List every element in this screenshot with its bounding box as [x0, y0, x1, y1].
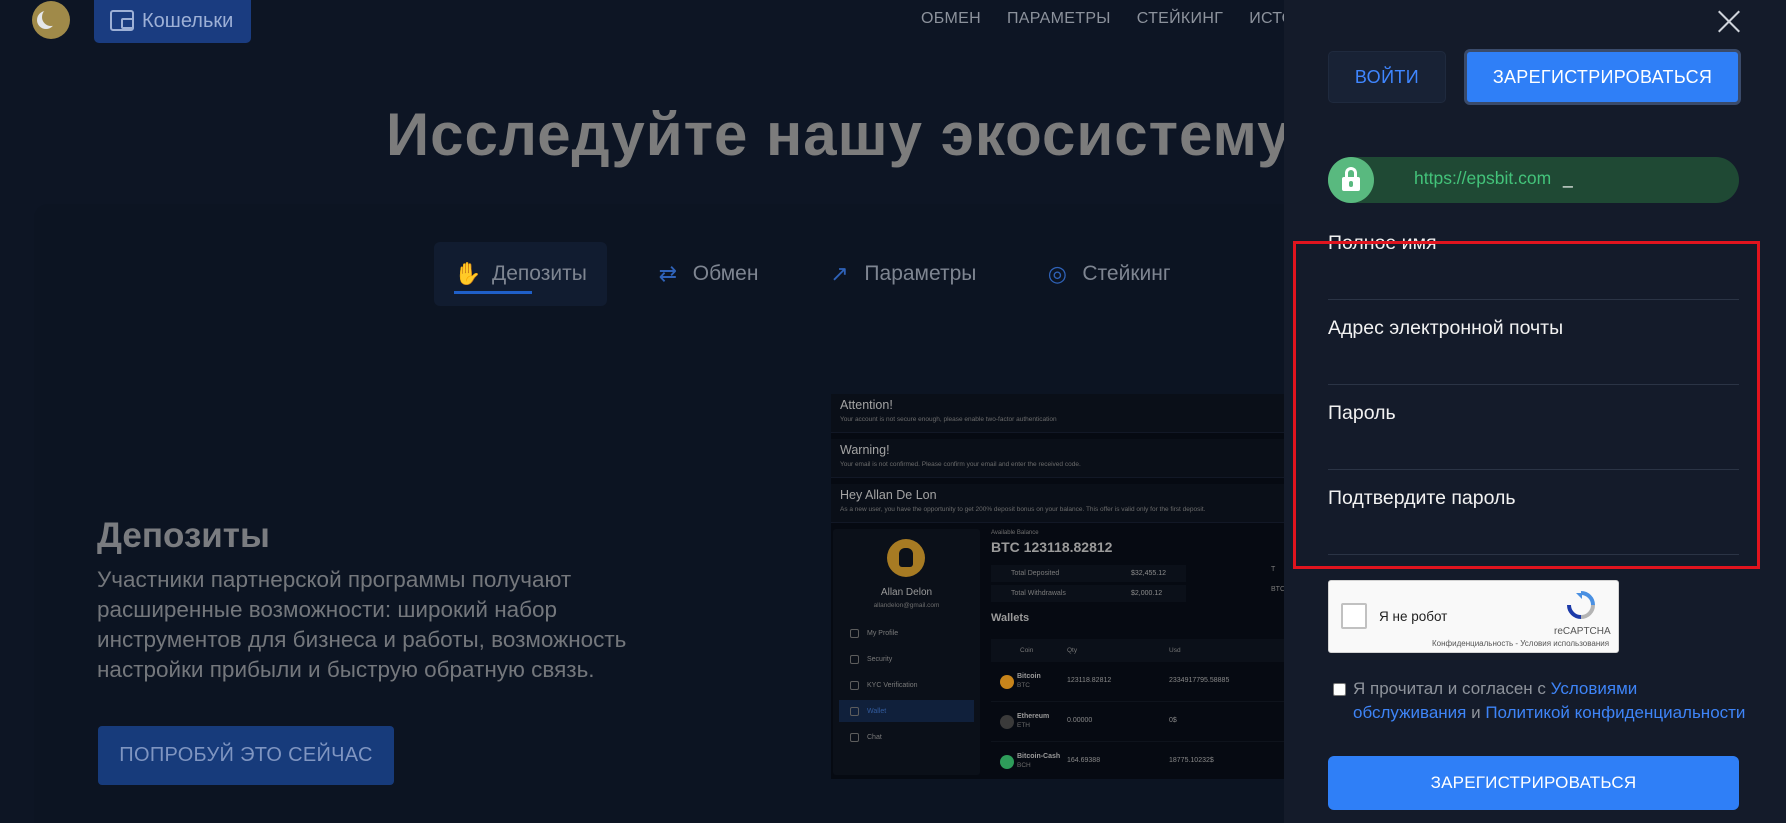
alert-title: Hey Allan De Lon — [840, 488, 937, 502]
main-nav: ОБМЕН ПАРАМЕТРЫ СТЕЙКИНГ ИСТО — [921, 10, 1294, 28]
table-row: Bitcoin-Cash BCH 164.69388 18775.10232$ — [991, 742, 1291, 779]
tab-staking[interactable]: ◎ Стейкинг — [1024, 242, 1190, 306]
menu-item-kyc: KYC Verification — [839, 674, 974, 696]
alert-text: Your email is not confirmed. Please conf… — [840, 461, 1081, 468]
wallet-icon — [110, 10, 134, 31]
alert-welcome: Hey Allan De Lon As a new user, you have… — [831, 484, 1291, 523]
secure-url-text: https://epsbit.com — [1414, 168, 1552, 188]
terms-and: и — [1466, 702, 1486, 722]
alert-text: As a new user, you have the opportunity … — [840, 506, 1206, 513]
section-description: Участники партнерской программы получают… — [97, 567, 627, 682]
hand-coin-icon: ✋ — [454, 261, 482, 286]
lock-icon — [1328, 157, 1374, 203]
menu-item-chat: Chat — [839, 726, 974, 748]
swap-arrows-icon: ⇄ — [658, 261, 678, 286]
stat-value: $32,455.12 — [1131, 570, 1167, 577]
nav-item-exchange[interactable]: ОБМЕН — [921, 10, 981, 28]
coin-name: Bitcoin — [1017, 673, 1041, 680]
ethereum-icon — [1000, 715, 1014, 729]
section-title: Депозиты — [97, 516, 270, 555]
coin-ticker: BTC — [1017, 682, 1030, 689]
alert-text: Your account is not secure enough, pleas… — [840, 416, 1057, 423]
url-cursor: _ — [1563, 168, 1573, 188]
menu-item-wallet: Wallet — [839, 700, 974, 722]
column-header: Qty — [1067, 647, 1078, 654]
coin-qty: 123118.82812 — [1067, 677, 1112, 684]
recaptcha-checkbox[interactable] — [1341, 603, 1367, 629]
feature-tabs: ✋ Депозиты ⇄ Обмен ↗ Параметры ◎ Стейкин… — [434, 242, 1219, 306]
stat-value: $2,000.12 — [1131, 590, 1163, 597]
tab-deposits[interactable]: ✋ Депозиты — [434, 242, 607, 306]
tab-label: Обмен — [692, 262, 759, 285]
bitcoin-cash-icon — [1000, 755, 1014, 769]
stat-total-deposited: Total Deposited $32,455.12 — [991, 565, 1186, 582]
column-header: Coin — [1020, 647, 1034, 654]
profile-name: Allan Delon — [880, 587, 933, 598]
tab-exchange[interactable]: ⇄ Обмен — [635, 242, 779, 306]
coin-name: Bitcoin-Cash — [1017, 753, 1061, 760]
alert-title: Attention! — [840, 398, 893, 412]
privacy-link[interactable]: Политикой конфиденциальности — [1485, 703, 1745, 722]
column-header: Usd — [1169, 647, 1181, 654]
register-submit-button[interactable]: ЗАРЕГИСТРИРОВАТЬСЯ — [1328, 756, 1739, 810]
avatar — [887, 539, 925, 577]
recaptcha-links[interactable]: Конфиденциальность - Условия использован… — [1432, 639, 1609, 648]
trend-chart-icon: ↗ — [830, 261, 849, 286]
hero-title: Исследуйте нашу экосистему — [386, 101, 1292, 168]
coin-usd: 0$ — [1169, 717, 1177, 724]
coin-ticker: BCH — [1017, 762, 1031, 769]
coin-usd: 2334917795.58885 — [1169, 677, 1230, 684]
bitcoin-icon — [1000, 675, 1014, 689]
alert-warning: Warning! Your email is not confirmed. Pl… — [831, 439, 1291, 478]
wallets-button[interactable]: Кошельки — [94, 0, 251, 43]
nav-item-parameters[interactable]: ПАРАМЕТРЫ — [1007, 10, 1111, 28]
recaptcha-brand: reCAPTCHA — [1554, 626, 1611, 637]
table-row: Ethereum ETH 0.00000 0$ — [991, 702, 1291, 742]
coin-stack-icon: ◎ — [1047, 261, 1067, 286]
tab-label: Стейкинг — [1082, 262, 1171, 285]
recaptcha-icon — [1567, 591, 1595, 619]
top-navigation: Кошельки ОБМЕН ПАРАМЕТРЫ СТЕЙКИНГ ИСТО — [0, 0, 1294, 43]
side-label: BTC — [1271, 586, 1285, 593]
balance-value: BTC 123118.82812 — [991, 539, 1113, 555]
alert-title: Warning! — [840, 443, 890, 457]
stat-label: Total Deposited — [1011, 570, 1060, 577]
menu-item-security: Security — [839, 648, 974, 670]
login-button[interactable]: ВОЙТИ — [1328, 51, 1446, 103]
nav-item-staking[interactable]: СТЕЙКИНГ — [1137, 10, 1223, 28]
stat-label: Total Withdrawals — [1011, 590, 1066, 597]
side-label: T — [1271, 566, 1276, 573]
register-tab-button[interactable]: ЗАРЕГИСТРИРОВАТЬСЯ — [1464, 49, 1741, 105]
recaptcha-label: Я не робот — [1379, 609, 1448, 624]
wallets-title: Wallets — [991, 612, 1030, 624]
alert-attention: Attention! Your account is not secure en… — [831, 394, 1291, 433]
menu-item-my-profile: My Profile — [839, 622, 974, 644]
coin-qty: 0.00000 — [1067, 717, 1093, 724]
recaptcha-widget: Я не робот reCAPTCHA Конфиденциальность … — [1328, 580, 1619, 653]
try-now-button[interactable]: ПОПРОБУЙ ЭТО СЕЙЧАС — [98, 726, 394, 785]
dashboard-preview: Attention! Your account is not secure en… — [831, 394, 1291, 779]
close-icon[interactable] — [1716, 9, 1742, 35]
tab-label: Депозиты — [492, 262, 587, 285]
coin-qty: 164.69388 — [1067, 757, 1101, 764]
wallets-button-label: Кошельки — [142, 10, 234, 32]
highlight-box — [1293, 241, 1760, 569]
wallets-table: Coin Qty Usd Bitcoin BTC 123118.82812 233… — [991, 639, 1291, 779]
coin-name: Ethereum — [1017, 713, 1050, 720]
table-header: Coin Qty Usd — [991, 639, 1291, 662]
terms-checkbox[interactable] — [1333, 683, 1346, 696]
stat-total-withdrawals: Total Withdrawals $2,000.12 — [991, 585, 1186, 602]
coin-ticker: ETH — [1017, 722, 1030, 729]
logo-icon[interactable] — [32, 1, 70, 39]
tab-parameters[interactable]: ↗ Параметры — [806, 242, 996, 306]
tab-label: Параметры — [864, 262, 977, 285]
terms-prefix: Я прочитал и согласен с — [1353, 679, 1551, 698]
balance-label: Available Balance — [991, 530, 1039, 536]
coin-usd: 18775.10232$ — [1169, 757, 1214, 764]
profile-card: Allan Delon allandelon@gmail.com My Prof… — [833, 529, 980, 775]
profile-email: allandelon@gmail.com — [873, 602, 940, 609]
table-row: Bitcoin BTC 123118.82812 2334917795.58885 — [991, 662, 1291, 702]
terms-agreement: Я прочитал и согласен с Условиями обслуж… — [1353, 677, 1753, 724]
